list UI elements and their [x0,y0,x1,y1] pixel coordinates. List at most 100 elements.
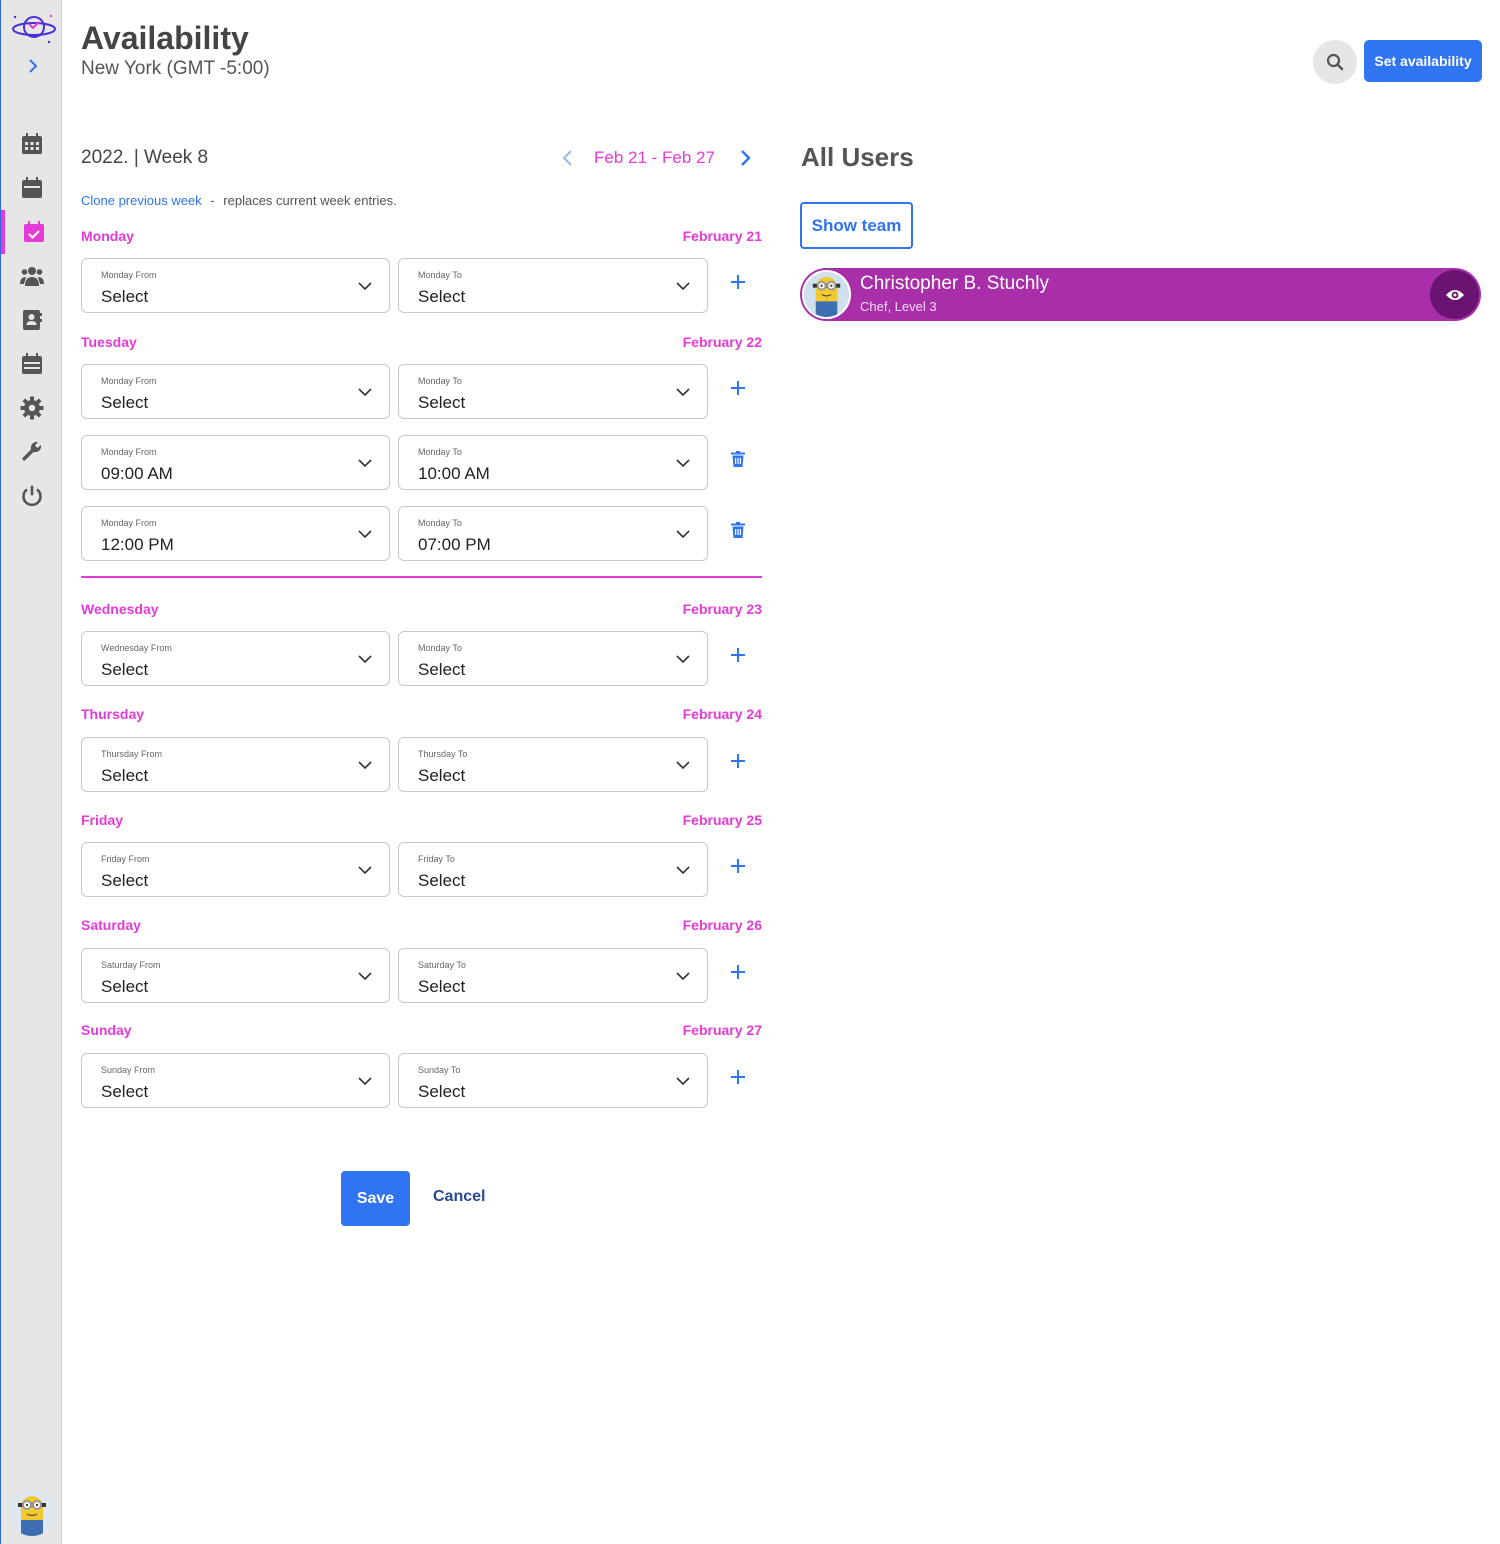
from-select[interactable]: Monday From 09:00 AM [81,435,390,490]
day-header-wednesday: Wednesday February 23 [81,601,762,617]
users-title: All Users [801,142,914,172]
day-date: February 25 [682,812,762,828]
day-name: Sunday [81,1022,132,1038]
to-select[interactable]: Monday To Select [398,258,708,313]
profile-avatar[interactable] [9,1490,55,1536]
delete-slot-button[interactable] [728,520,748,540]
calendar-icon [22,177,42,198]
week-label: 2022. | Week 8 [81,147,209,168]
add-slot-button[interactable] [728,272,748,292]
from-select[interactable]: Saturday From Select [81,948,390,1003]
field-value: Select [418,977,466,996]
tuesday-divider [81,576,762,578]
field-value: 12:00 PM [101,535,174,554]
from-select[interactable]: Monday From Select [81,258,390,313]
day-header-sunday: Sunday February 27 [81,1022,762,1038]
save-button[interactable]: Save [341,1171,410,1226]
from-select[interactable]: Wednesday From Select [81,631,390,686]
plus-icon [731,1070,745,1084]
planet-logo-icon[interactable] [11,12,57,46]
nav-schedule[interactable] [1,342,63,386]
field-value: Select [418,1082,466,1101]
day-name: Friday [81,812,124,828]
add-slot-button[interactable] [728,1067,748,1087]
to-select[interactable]: Monday To 10:00 AM [398,435,708,490]
from-select[interactable]: Thursday From Select [81,737,390,792]
timezone-label: New York (GMT -5:00) [81,58,270,79]
search-icon [1326,53,1344,71]
chevron-down-icon [676,282,690,291]
previous-week-button[interactable] [557,146,579,170]
day-date: February 26 [682,917,762,933]
chevron-down-icon [676,761,690,770]
to-select[interactable]: Monday To 07:00 PM [398,506,708,561]
delete-slot-button[interactable] [728,449,748,469]
chevron-down-icon [358,459,372,468]
day-header-friday: Friday February 25 [81,812,762,828]
clone-previous-week-link[interactable]: Clone previous week [81,193,202,208]
to-select[interactable]: Friday To Select [398,842,708,897]
chevron-down-icon [676,388,690,397]
to-select[interactable]: Saturday To Select [398,948,708,1003]
field-value: Select [101,871,149,890]
chevron-down-icon [358,530,372,539]
field-label: Monday From [101,447,157,457]
add-slot-button[interactable] [728,856,748,876]
field-value: Select [101,1082,149,1101]
from-select[interactable]: Friday From Select [81,842,390,897]
add-slot-button[interactable] [728,962,748,982]
expand-sidebar-button[interactable] [23,56,43,80]
nav-users[interactable] [1,254,63,298]
page-title: Availability [81,20,249,56]
user-card[interactable]: Christopher B. Stuchly Chef, Level 3 [800,268,1481,321]
nav-contacts[interactable] [1,298,63,342]
nav-settings[interactable] [1,386,63,430]
chevron-right-icon [29,59,38,73]
to-select[interactable]: Monday To Select [398,364,708,419]
to-select[interactable]: Thursday To Select [398,737,708,792]
week-range: Feb 21 - Feb 27 [594,148,715,167]
day-header-thursday: Thursday February 24 [81,706,762,722]
plus-icon [731,965,745,979]
nav-calendar-grid[interactable] [1,122,63,166]
view-user-button[interactable] [1430,270,1479,319]
chevron-down-icon [358,1077,372,1086]
from-select[interactable]: Monday From Select [81,364,390,419]
add-slot-button[interactable] [728,645,748,665]
add-slot-button[interactable] [728,378,748,398]
field-label: Monday From [101,376,157,386]
chevron-down-icon [358,761,372,770]
field-value: 10:00 AM [418,464,490,483]
search-button[interactable] [1313,40,1357,84]
day-date: February 27 [682,1022,762,1038]
avatar [802,270,851,319]
gear-icon [20,396,44,420]
field-label: Wednesday From [101,643,172,653]
field-label: Saturday From [101,960,161,970]
from-select[interactable]: Monday From 12:00 PM [81,506,390,561]
show-team-button[interactable]: Show team [800,202,913,249]
contact-book-icon [23,310,42,330]
next-week-button[interactable] [734,146,756,170]
field-label: Monday To [418,270,462,280]
nav-calendar[interactable] [1,166,63,210]
nav-availability[interactable] [1,210,63,254]
field-label: Monday To [418,643,462,653]
day-date: February 24 [682,706,762,722]
nav-tools[interactable] [1,430,63,474]
trash-icon [731,522,745,538]
user-name: Christopher B. Stuchly [860,273,1050,294]
add-slot-button[interactable] [728,751,748,771]
to-select[interactable]: Sunday To Select [398,1053,708,1108]
set-availability-button[interactable]: Set availability [1364,40,1482,82]
field-label: Thursday From [101,749,163,759]
calendar-check-icon [24,221,44,242]
chevron-down-icon [676,1077,690,1086]
field-value: Select [418,766,466,785]
nav-logout[interactable] [1,474,63,518]
from-select[interactable]: Sunday From Select [81,1053,390,1108]
to-select[interactable]: Monday To Select [398,631,708,686]
field-label: Monday To [418,447,462,457]
users-icon [20,267,44,286]
cancel-button[interactable]: Cancel [433,1188,485,1206]
